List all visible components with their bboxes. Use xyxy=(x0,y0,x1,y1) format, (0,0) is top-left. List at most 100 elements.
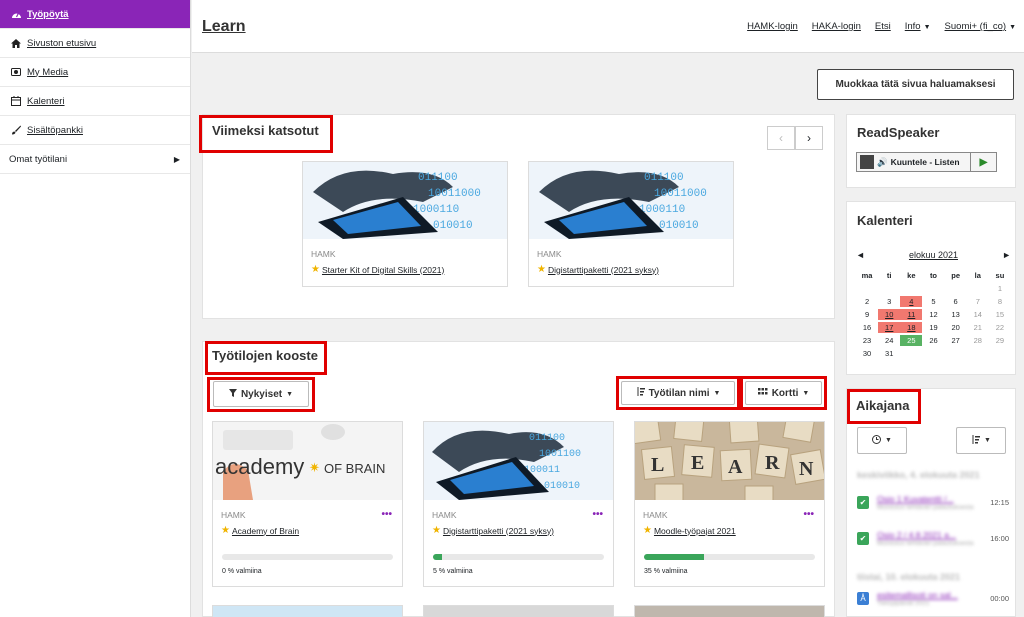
calendar-day: 26 xyxy=(929,336,938,345)
more-options-icon[interactable]: ••• xyxy=(592,509,603,520)
course-org: HAMK xyxy=(221,510,246,520)
calendar-empty-cell xyxy=(945,283,967,294)
readspeaker-logo-icon xyxy=(860,155,874,169)
svg-text:10011000: 10011000 xyxy=(654,188,707,200)
sidebar-item-calendar[interactable]: Kalenteri xyxy=(0,87,190,116)
caret-down-icon: ▼ xyxy=(885,437,892,444)
site-brand[interactable]: Learn xyxy=(202,18,246,36)
timeline-event[interactable]: ✔ Osio 1 Kuvatentti /... Muistutus tehtä… xyxy=(857,494,1017,511)
home-icon xyxy=(9,38,23,48)
timeline-filter-dropdown[interactable]: ▼ xyxy=(857,427,907,454)
calendar-day: 6 xyxy=(953,297,958,306)
timeline-sort-dropdown[interactable]: ▼ xyxy=(956,427,1006,454)
svg-text:10011000: 10011000 xyxy=(428,188,481,200)
course-title-row: ★ Starter Kit of Digital Skills (2021) xyxy=(311,264,507,275)
star-icon: ★ xyxy=(537,264,546,275)
calendar-day[interactable]: 11 xyxy=(900,309,923,320)
course-title-row: ★ Academy of Brain xyxy=(221,525,402,536)
clock-icon xyxy=(872,434,882,447)
course-title-link[interactable]: Digistarttipaketti (2021 syksy) xyxy=(443,526,554,536)
course-title-link[interactable]: Digistarttipaketti (2021 syksy) xyxy=(548,265,659,275)
course-card[interactable] xyxy=(634,605,825,617)
readspeaker-listen-button[interactable]: 🔊 Kuuntele - Listen ▶ xyxy=(856,152,997,172)
search-link[interactable]: Etsi xyxy=(875,21,891,32)
haka-login-link[interactable]: HAKA-login xyxy=(812,21,861,32)
view-dropdown[interactable]: Kortti ▼ xyxy=(745,381,822,405)
sidebar-item-home[interactable]: Sivuston etusivu xyxy=(0,29,190,58)
progress-text: 5 % valmiina xyxy=(433,568,473,575)
calendar-day: 21 xyxy=(973,323,982,332)
sidebar-item-dashboard[interactable]: Työpöytä xyxy=(0,0,190,29)
sidebar-item-content-bank[interactable]: Sisältöpankki xyxy=(0,116,190,145)
info-menu[interactable]: Info ▼ xyxy=(905,21,931,32)
timeline-event-title[interactable]: Osio 2 / 4.8.2021 a... xyxy=(877,530,987,540)
sort-dropdown[interactable]: Työtilan nimi ▼ xyxy=(621,381,735,405)
recent-course-card[interactable]: 011100 10011000 1000110 010010 HAMK ★ Digis… xyxy=(528,161,734,287)
language-menu[interactable]: Suomi+ (fi_co) ▼ xyxy=(945,21,1016,32)
course-title-link[interactable]: Moodle-työpajat 2021 xyxy=(654,526,736,536)
calendar-day: 3 xyxy=(887,297,892,306)
calendar-day[interactable]: 10 xyxy=(878,309,901,320)
prev-month-icon[interactable]: ◄ xyxy=(856,250,865,260)
calendar-empty-cell xyxy=(922,348,944,359)
calendar-day: 15 xyxy=(995,310,1005,319)
course-image-text-right: OF BRAIN xyxy=(324,461,385,476)
hamk-login-link[interactable]: HAMK-login xyxy=(747,21,798,32)
sidebar-item-my-courses[interactable]: Omat työtilani ▶ xyxy=(0,145,190,174)
grid-icon xyxy=(757,387,768,399)
calendar-day[interactable]: 4 xyxy=(900,296,923,307)
timeline-event-time: 16:00 xyxy=(990,534,1009,543)
sidebar-item-my-media[interactable]: My Media xyxy=(0,58,190,87)
edit-page-button[interactable]: Muokkaa tätä sivua haluamaksesi xyxy=(817,69,1014,100)
caret-down-icon: ▼ xyxy=(802,389,810,397)
tile-letter: R xyxy=(765,452,780,474)
next-month-icon[interactable]: ► xyxy=(1002,250,1011,260)
more-options-icon[interactable]: ••• xyxy=(381,509,392,520)
calendar-day[interactable]: 17 xyxy=(878,322,901,333)
carousel-pager: ‹ › xyxy=(767,126,823,150)
timeline-event-text: esitemallisoti on sal... Tietoylpäivät 2… xyxy=(877,590,987,607)
course-title-row: ★ Moodle-työpajat 2021 xyxy=(643,525,824,536)
more-options-icon[interactable]: ••• xyxy=(803,509,814,520)
progress-fill xyxy=(644,554,704,560)
svg-text:010010: 010010 xyxy=(659,220,699,232)
filter-dropdown[interactable]: Nykyiset ▼ xyxy=(213,381,309,407)
course-title-link[interactable]: Academy of Brain xyxy=(232,526,299,536)
calendar-empty-cell xyxy=(989,348,1011,359)
info-menu-label: Info xyxy=(904,21,921,32)
chevron-left-icon[interactable]: ‹ xyxy=(767,126,795,150)
course-title-link[interactable]: Starter Kit of Digital Skills (2021) xyxy=(322,265,444,275)
timeline-event-time: 00:00 xyxy=(990,594,1009,603)
calendar-day-name: ma xyxy=(861,271,873,280)
course-org: HAMK xyxy=(311,249,336,259)
calendar-day: 13 xyxy=(951,310,960,319)
calendar-empty-cell xyxy=(900,283,922,294)
calendar-month-link[interactable]: elokuu 2021 xyxy=(909,250,958,260)
star-icon: ★ xyxy=(311,264,320,275)
course-card[interactable]: 011100 1001100 100011 010010 HAMK ★ Digista… xyxy=(423,421,614,587)
course-card[interactable]: L E A R N HAMK ★ Moodle-työpajat 2021 ••… xyxy=(634,421,825,587)
svg-text:011100: 011100 xyxy=(529,433,565,444)
course-image: 011100 1001100 100011 010010 xyxy=(424,422,613,500)
chevron-right-icon[interactable]: › xyxy=(795,126,823,150)
course-card[interactable] xyxy=(423,605,614,617)
top-navigation: HAMK-login HAKA-login Etsi Info ▼ Suomi+ … xyxy=(747,21,1016,32)
timeline-event-title[interactable]: esitemallisoti on sal... xyxy=(877,590,987,600)
timeline-event-subtitle: Muistutus tehtävän palautuksesta xyxy=(877,504,974,511)
calendar-day: 28 xyxy=(973,336,982,345)
recent-course-card[interactable]: 011100 10011000 1000110 010010 HAMK ★ Start… xyxy=(302,161,508,287)
calendar-empty-cell xyxy=(967,348,989,359)
sidebar-item-label: Kalenteri xyxy=(27,95,65,107)
calendar-day[interactable]: 18 xyxy=(900,322,923,333)
svg-text:1001100: 1001100 xyxy=(539,449,581,460)
timeline-event-title[interactable]: Osio 1 Kuvatentti /... xyxy=(877,494,987,504)
calendar-day: 8 xyxy=(997,297,1002,306)
timeline-event[interactable]: ✔ Osio 2 / 4.8.2021 a... Muistutus tehtä… xyxy=(857,530,1017,547)
calendar-day: 31 xyxy=(885,349,894,358)
calendar-day-name: to xyxy=(929,271,938,280)
course-card[interactable]: academy ✷ OF BRAIN HAMK ★ Academy of Bra… xyxy=(212,421,403,587)
course-card[interactable] xyxy=(212,605,403,617)
course-org: HAMK xyxy=(643,510,668,520)
course-org: HAMK xyxy=(537,249,562,259)
timeline-event[interactable]: Å esitemallisoti on sal... Tietoylpäivät… xyxy=(857,590,1017,607)
